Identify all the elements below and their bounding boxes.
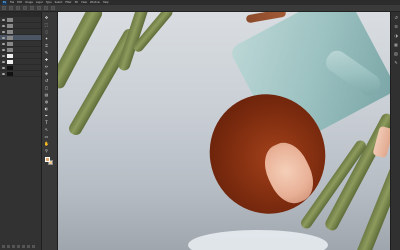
- trash-icon[interactable]: [32, 245, 35, 248]
- history-brush-icon[interactable]: ↺: [44, 78, 49, 83]
- visibility-eye-icon[interactable]: [2, 30, 5, 33]
- visibility-eye-icon[interactable]: [2, 54, 5, 57]
- veil-highlight: [188, 230, 328, 250]
- tools-panel: ✥ ⬚ ◌ ✦ ⌗ ✎ ✚ ✏ ⎈ ↺ ◻ ▤ ◍ ◐ ✒ T ↖ ▭ ✋ ⚲: [42, 12, 58, 250]
- menu-window[interactable]: Window: [90, 1, 100, 4]
- right-icon-list: ↺ ☰ ◑ ▦ ▧ ✎: [391, 15, 400, 66]
- menu-help[interactable]: Help: [103, 1, 109, 4]
- photoshop-logo: Ps: [2, 0, 7, 5]
- layers-panel: [0, 12, 42, 250]
- magic-wand-icon[interactable]: ✦: [44, 36, 49, 41]
- brush-icon[interactable]: ✏: [44, 64, 49, 69]
- menu-file[interactable]: File: [10, 1, 14, 4]
- visibility-eye-icon[interactable]: [2, 24, 5, 27]
- visibility-eye-icon[interactable]: [2, 42, 5, 45]
- swatches-icon[interactable]: ▦: [393, 42, 399, 48]
- layer-thumbnail: [7, 29, 13, 34]
- layer-list: [0, 17, 41, 77]
- menu-3d[interactable]: 3D: [75, 1, 79, 4]
- visibility-eye-icon[interactable]: [2, 72, 5, 75]
- fx-icon[interactable]: [7, 245, 10, 248]
- visibility-eye-icon[interactable]: [2, 60, 5, 63]
- option-control[interactable]: [2, 6, 6, 10]
- layer-thumbnail: [7, 23, 13, 28]
- gradient-icon[interactable]: ▤: [44, 92, 49, 97]
- eraser-icon[interactable]: ◻: [44, 85, 49, 90]
- option-control[interactable]: [9, 6, 13, 10]
- option-control[interactable]: [51, 6, 55, 10]
- adjustments-icon[interactable]: ◑: [393, 33, 399, 39]
- foreground-color-swatch[interactable]: [45, 157, 50, 162]
- layer-thumbnail: [7, 65, 13, 70]
- layer-thumbnail: [7, 59, 13, 64]
- layer-thumbnail: [7, 71, 13, 76]
- move-icon[interactable]: ✥: [44, 15, 49, 20]
- menu-select[interactable]: Select: [55, 1, 63, 4]
- option-control[interactable]: [44, 6, 48, 10]
- new-group-icon[interactable]: [22, 245, 25, 248]
- option-control[interactable]: [37, 6, 41, 10]
- channels-icon[interactable]: ▧: [393, 51, 399, 57]
- link-layers-icon[interactable]: [2, 245, 5, 248]
- menu-layer[interactable]: Layer: [36, 1, 43, 4]
- visibility-eye-icon[interactable]: [2, 66, 5, 69]
- color-swatches[interactable]: [45, 157, 53, 165]
- path-select-icon[interactable]: ↖: [44, 127, 49, 132]
- mask-icon[interactable]: [12, 245, 15, 248]
- layer-thumbnail: [7, 47, 13, 52]
- visibility-eye-icon[interactable]: [2, 36, 5, 39]
- option-control[interactable]: [30, 6, 34, 10]
- menu-image[interactable]: Image: [25, 1, 33, 4]
- layer-thumbnail: [7, 53, 13, 58]
- options-bar: [0, 5, 400, 12]
- visibility-eye-icon[interactable]: [2, 48, 5, 51]
- layer-panel-buttons: [2, 245, 35, 248]
- type-icon[interactable]: T: [44, 120, 49, 125]
- right-icon-panel: ↺ ☰ ◑ ▦ ▧ ✎: [390, 12, 400, 250]
- crop-icon[interactable]: ⌗: [44, 43, 49, 48]
- healing-icon[interactable]: ✚: [44, 57, 49, 62]
- menu-filter[interactable]: Filter: [65, 1, 71, 4]
- shape-icon[interactable]: ▭: [44, 134, 49, 139]
- dodge-icon[interactable]: ◐: [44, 106, 49, 111]
- new-layer-icon[interactable]: [27, 245, 30, 248]
- layer-row[interactable]: [0, 71, 41, 77]
- visibility-eye-icon[interactable]: [2, 18, 5, 21]
- marquee-icon[interactable]: ⬚: [44, 22, 49, 27]
- option-control[interactable]: [23, 6, 27, 10]
- lasso-icon[interactable]: ◌: [44, 29, 49, 34]
- blur-icon[interactable]: ◍: [44, 99, 49, 104]
- layer-thumbnail: [7, 35, 13, 40]
- pen-icon[interactable]: ✒: [44, 113, 49, 118]
- history-icon[interactable]: ↺: [393, 15, 399, 21]
- image-canvas[interactable]: [58, 12, 390, 250]
- zoom-icon[interactable]: ⚲: [44, 148, 49, 153]
- layer-thumbnail: [7, 41, 13, 46]
- menu-type[interactable]: Type: [46, 1, 52, 4]
- adjustment-layer-icon[interactable]: [17, 245, 20, 248]
- menu-view[interactable]: View: [81, 1, 87, 4]
- eyedropper-icon[interactable]: ✎: [44, 50, 49, 55]
- paths-icon[interactable]: ✎: [393, 60, 399, 66]
- hand-icon[interactable]: ✋: [44, 141, 49, 146]
- properties-icon[interactable]: ☰: [393, 24, 399, 30]
- tool-list: ✥ ⬚ ◌ ✦ ⌗ ✎ ✚ ✏ ⎈ ↺ ◻ ▤ ◍ ◐ ✒ T ↖ ▭ ✋ ⚲: [42, 14, 57, 154]
- stamp-icon[interactable]: ⎈: [44, 71, 49, 76]
- option-control[interactable]: [16, 6, 20, 10]
- menu-edit[interactable]: Edit: [17, 1, 22, 4]
- layer-thumbnail: [7, 17, 13, 22]
